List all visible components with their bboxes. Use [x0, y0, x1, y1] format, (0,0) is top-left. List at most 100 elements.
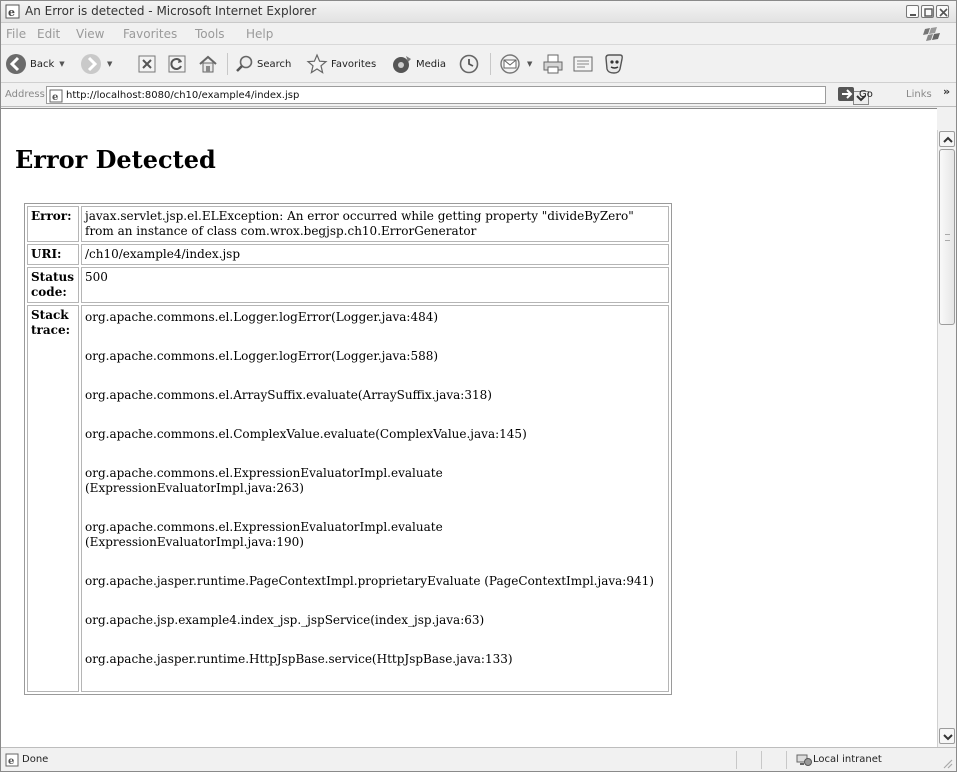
toolbar-separator: [227, 53, 228, 75]
uri-value: /ch10/example4/index.jsp: [81, 244, 669, 265]
mail-icon: [500, 54, 520, 74]
menu-help[interactable]: Help: [246, 27, 273, 41]
menu-favorites[interactable]: Favorites: [123, 27, 177, 41]
vertical-scrollbar[interactable]: [937, 130, 956, 747]
error-row: Error: javax.servlet.jsp.el.ELException:…: [27, 206, 669, 242]
search-button[interactable]: Search: [234, 50, 291, 78]
title-bar: e An Error is detected - Microsoft Inter…: [1, 1, 956, 23]
media-button[interactable]: Media: [391, 50, 446, 78]
svg-text:e: e: [52, 92, 58, 103]
status-divider: [761, 751, 762, 769]
menu-file[interactable]: File: [6, 27, 26, 41]
page-icon: e: [49, 89, 63, 103]
links-chevron-icon[interactable]: »: [943, 85, 950, 98]
refresh-button[interactable]: [167, 50, 187, 78]
home-button[interactable]: [197, 50, 219, 78]
error-table: Error: javax.servlet.jsp.el.ELException:…: [24, 203, 672, 695]
address-input[interactable]: e http://localhost:8080/ch10/example4/in…: [46, 86, 869, 105]
toolbar-separator: [490, 53, 491, 75]
back-arrow-icon: [6, 54, 26, 74]
mail-dropdown-icon[interactable]: ▼: [527, 60, 532, 68]
status-code-value: 500: [81, 267, 669, 303]
resize-grip-icon[interactable]: [941, 757, 953, 769]
edit-button[interactable]: [572, 50, 594, 78]
stop-button[interactable]: [137, 50, 157, 78]
stack-trace-list: org.apache.commons.el.Logger.logError(Lo…: [85, 308, 665, 669]
stack-row: Stack trace: org.apache.commons.el.Logge…: [27, 305, 669, 692]
stack-trace-cell: org.apache.commons.el.Logger.logError(Lo…: [81, 305, 669, 692]
menu-tools[interactable]: Tools: [195, 27, 225, 41]
menu-view[interactable]: View: [76, 27, 104, 41]
close-icon: [939, 8, 948, 17]
forward-button[interactable]: ▼: [80, 50, 112, 78]
search-label: Search: [257, 58, 292, 70]
favorites-button[interactable]: Favorites: [306, 50, 376, 78]
forward-arrow-icon: [81, 54, 101, 74]
minimize-button[interactable]: [906, 5, 919, 18]
mail-button[interactable]: ▼: [498, 50, 532, 78]
browser-window: e An Error is detected - Microsoft Inter…: [0, 0, 957, 772]
history-icon: [459, 54, 479, 74]
address-bar: Address e http://localhost:8080/ch10/exa…: [1, 83, 956, 107]
links-label[interactable]: Links: [906, 89, 932, 100]
forward-dropdown-icon[interactable]: ▼: [107, 60, 112, 68]
scroll-thumb[interactable]: [939, 149, 955, 325]
uri-row: URI: /ch10/example4/index.jsp: [27, 244, 669, 265]
address-label: Address: [5, 89, 45, 100]
menu-edit[interactable]: Edit: [37, 27, 60, 41]
back-button[interactable]: Back ▼: [5, 50, 65, 78]
messenger-icon: [605, 54, 623, 74]
go-label: Go: [859, 88, 873, 100]
maximize-button[interactable]: [921, 5, 934, 18]
stack-trace-label: Stack trace:: [27, 305, 79, 692]
print-icon: [543, 54, 563, 74]
favorites-star-icon: [306, 53, 328, 74]
menu-bar: File Edit View Favorites Tools Help: [1, 23, 956, 45]
stack-frame: org.apache.commons.el.ComplexValue.evalu…: [85, 427, 527, 441]
page-done-icon: e: [5, 753, 19, 767]
chevron-down-icon: [943, 734, 953, 741]
scroll-up-button[interactable]: [939, 131, 955, 147]
stack-frame: org.apache.jasper.runtime.HttpJspBase.se…: [85, 652, 513, 666]
error-message: javax.servlet.jsp.el.ELException: An err…: [81, 206, 669, 242]
scroll-down-button[interactable]: [939, 728, 955, 744]
windows-logo-icon: [923, 27, 940, 41]
close-button[interactable]: [936, 5, 949, 18]
stack-frame: org.apache.commons.el.Logger.logError(Lo…: [85, 310, 439, 324]
maximize-icon: [924, 8, 933, 17]
go-button[interactable]: Go: [837, 86, 873, 102]
history-button[interactable]: [458, 50, 480, 78]
media-icon: [393, 56, 411, 73]
print-button[interactable]: [542, 50, 564, 78]
local-intranet-icon: [796, 754, 812, 766]
edit-page-icon: [573, 56, 593, 72]
search-icon: [236, 55, 253, 72]
address-url: http://localhost:8080/ch10/example4/inde…: [66, 90, 300, 101]
status-divider: [786, 751, 787, 769]
back-dropdown-icon[interactable]: ▼: [59, 60, 64, 68]
svg-text:e: e: [8, 756, 14, 767]
scroll-grip: [945, 234, 950, 241]
status-text: Done: [22, 754, 49, 765]
stack-frame: org.apache.commons.el.ExpressionEvaluato…: [85, 520, 443, 549]
page-content: Error Detected Error: javax.servlet.jsp.…: [1, 108, 937, 747]
uri-label: URI:: [27, 244, 79, 265]
ie-page-icon: e: [5, 4, 20, 19]
status-row: Status code: 500: [27, 267, 669, 303]
home-icon: [199, 55, 217, 73]
media-label: Media: [416, 58, 447, 70]
toolbar: Back ▼ ▼ Search Favorites Media ▼: [1, 45, 956, 83]
messenger-button[interactable]: [602, 50, 626, 78]
svg-text:e: e: [8, 6, 15, 19]
status-divider: [736, 751, 737, 769]
minimize-icon: [910, 14, 916, 16]
chevron-up-icon: [943, 136, 953, 143]
go-arrow-icon: [838, 87, 854, 101]
error-label: Error:: [27, 206, 79, 242]
stack-frame: org.apache.commons.el.ExpressionEvaluato…: [85, 466, 443, 495]
status-bar: e Done Local intranet: [1, 747, 956, 771]
stack-frame: org.apache.commons.el.ArraySuffix.evalua…: [85, 388, 492, 402]
security-zone-text: Local intranet: [813, 754, 882, 765]
back-label: Back: [30, 58, 55, 70]
favorites-label: Favorites: [331, 58, 377, 70]
